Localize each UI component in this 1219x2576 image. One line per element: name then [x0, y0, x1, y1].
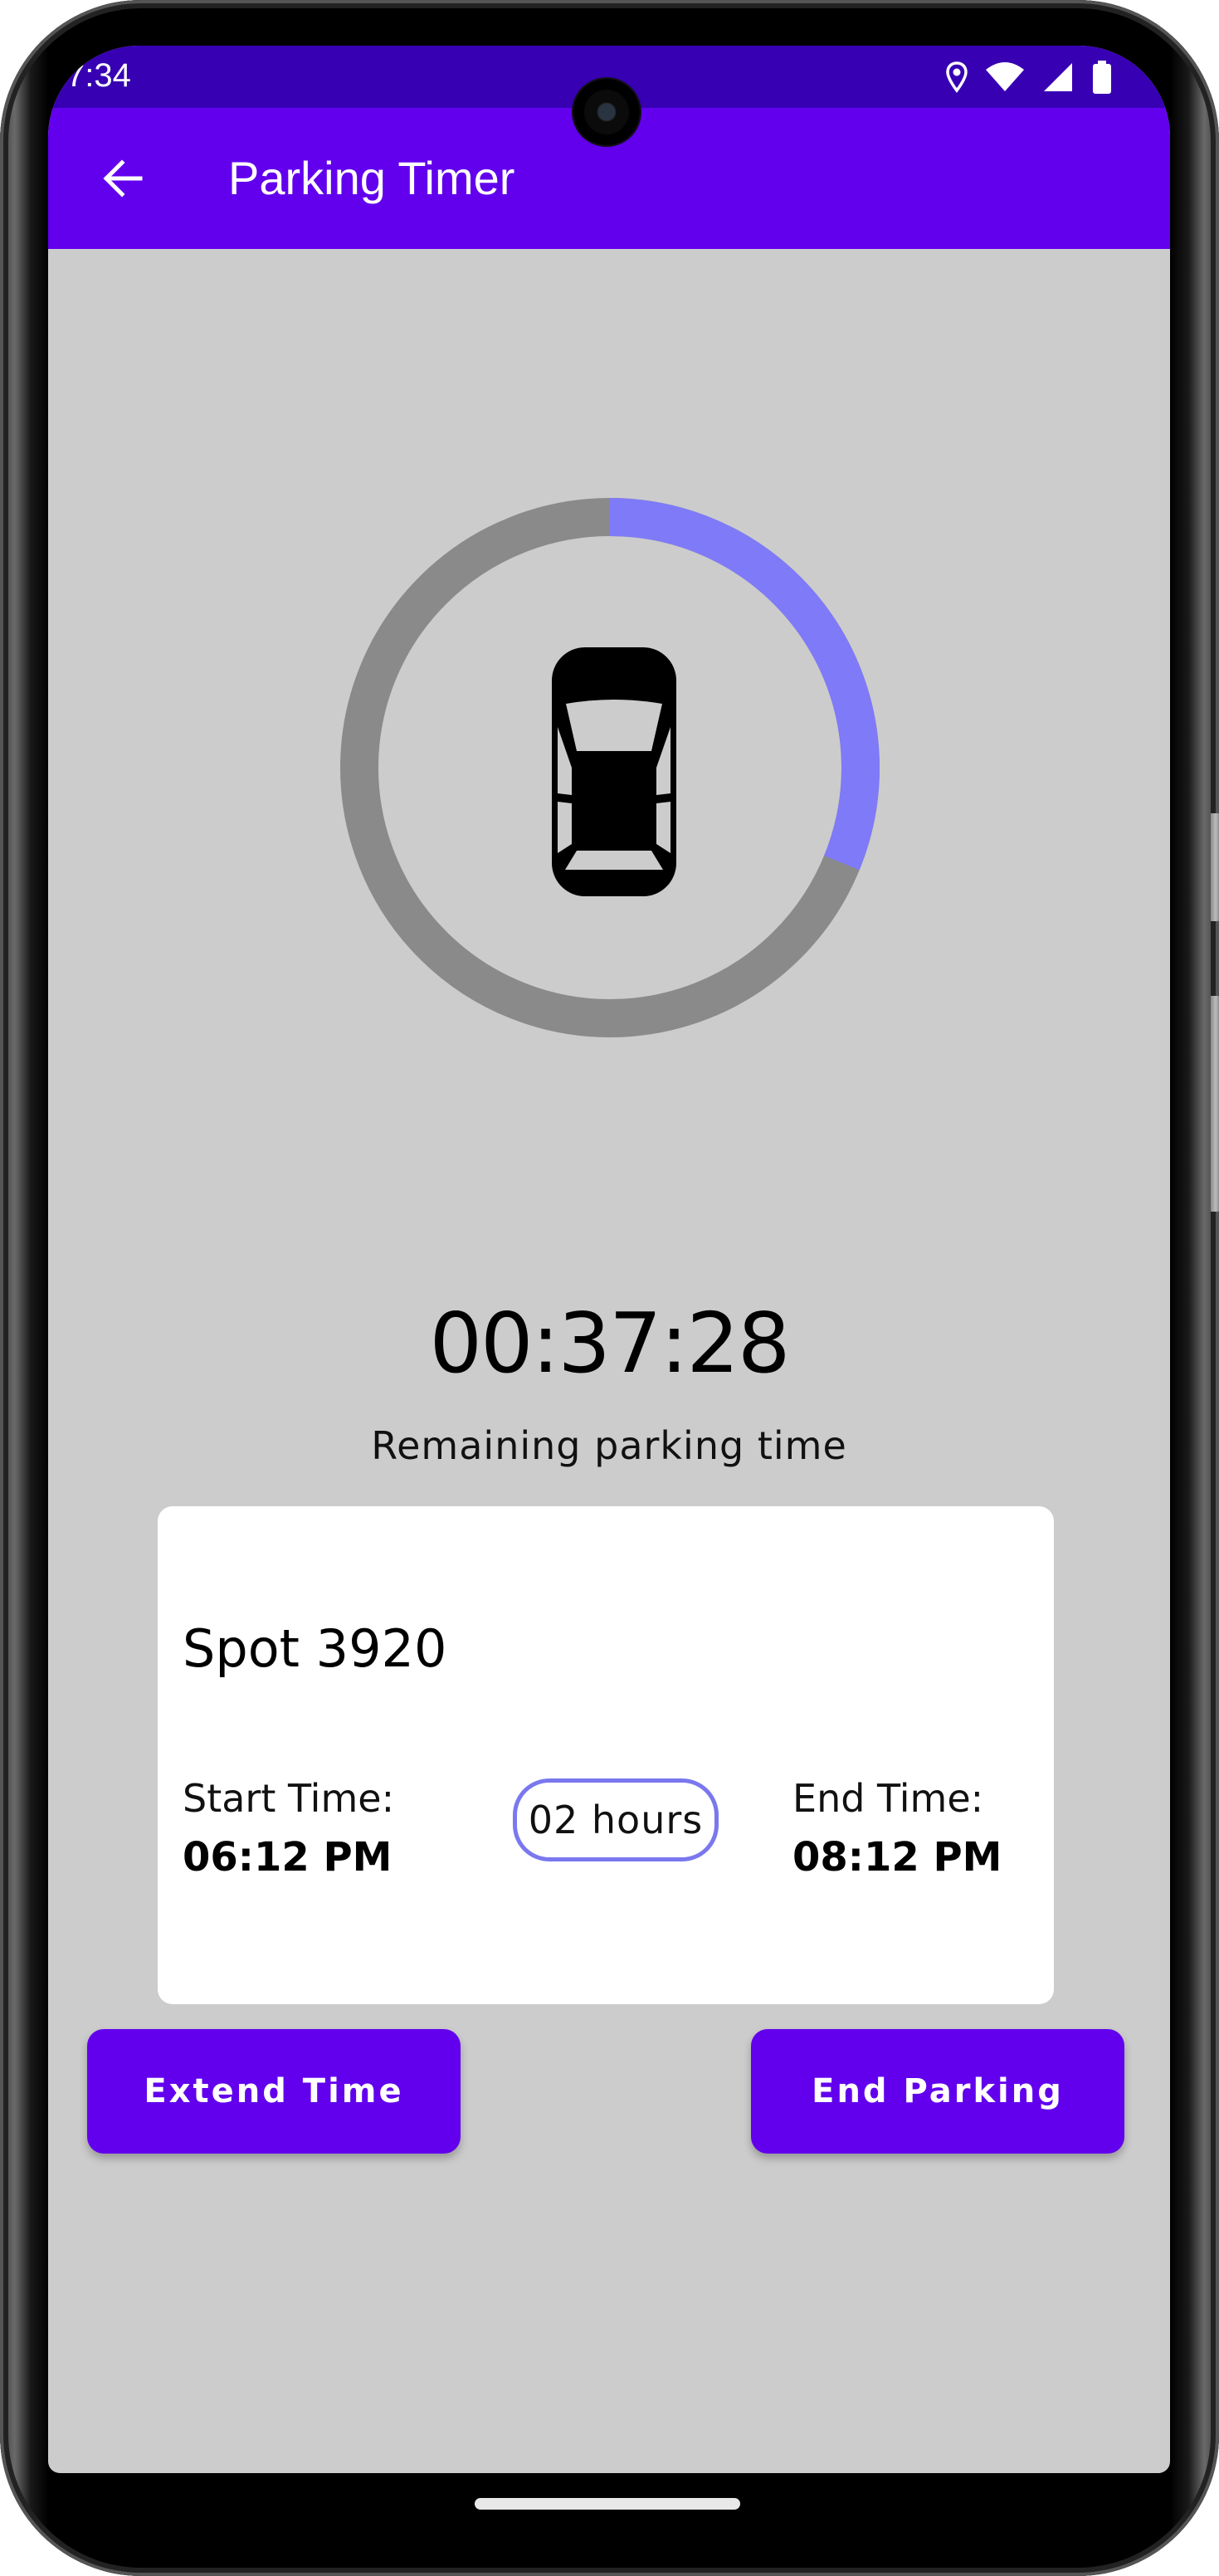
arrow-left-icon — [103, 159, 143, 198]
volume-button — [1211, 996, 1219, 1212]
start-time-label: Start Time: — [183, 1776, 395, 1821]
end-parking-button[interactable]: End Parking — [751, 2029, 1124, 2154]
remaining-time: 00:37:28 — [429, 1295, 790, 1392]
front-camera — [573, 79, 640, 145]
parking-details-card: Spot 3920 Start Time: 06:12 PM 02 hours … — [158, 1506, 1054, 2004]
spot-name: Spot 3920 — [183, 1618, 447, 1679]
signal-icon — [1042, 61, 1074, 93]
phone-frame: 7:34 Parking Timer 00:37:28 Remaining pa… — [0, 0, 1219, 2576]
location-icon — [946, 61, 968, 93]
status-time: 7:34 — [66, 57, 131, 94]
status-icons — [946, 61, 1112, 94]
remaining-time-label: Remaining parking time — [371, 1423, 847, 1468]
end-time-label: End Time: — [792, 1776, 984, 1821]
duration-chip: 02 hours — [513, 1778, 719, 1861]
screen: 7:34 Parking Timer 00:37:28 Remaining pa… — [48, 46, 1170, 2473]
extend-time-button[interactable]: Extend Time — [87, 2029, 461, 2154]
home-gesture-bar[interactable] — [475, 2498, 740, 2510]
end-time-value: 08:12 PM — [792, 1834, 1002, 1881]
back-button[interactable] — [94, 149, 152, 207]
battery-icon — [1092, 61, 1112, 94]
page-title: Parking Timer — [228, 152, 515, 204]
start-time-value: 06:12 PM — [183, 1834, 393, 1881]
car-top-view-icon — [552, 647, 676, 896]
parking-progress-ring — [340, 498, 880, 1037]
wifi-icon — [986, 61, 1024, 93]
power-button — [1211, 813, 1219, 921]
